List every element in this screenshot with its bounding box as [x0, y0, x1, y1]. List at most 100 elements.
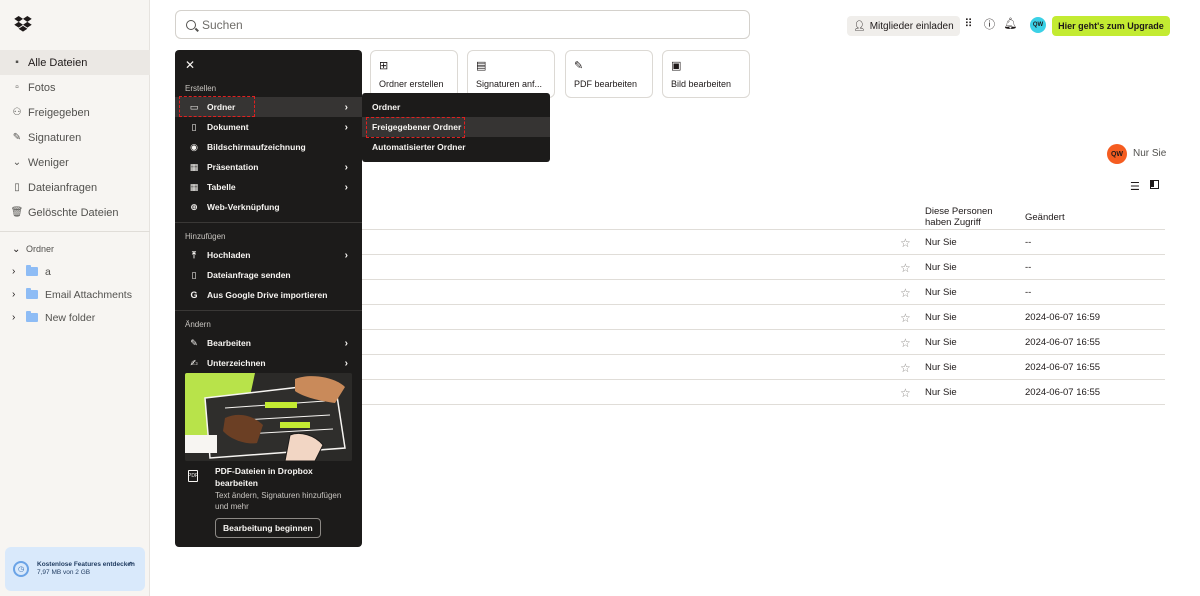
star-icon[interactable]: ☆ [900, 286, 911, 300]
edit-pdf-card[interactable]: ✎ PDF bearbeiten [565, 50, 653, 98]
start-editing-button[interactable]: Bearbeitung beginnen [215, 518, 321, 538]
table-row[interactable]: ☆ Nur Sie -- [362, 255, 1165, 280]
list-view-icon[interactable]: ☰ [1130, 180, 1140, 193]
sidebar-item-signatures[interactable]: ✎ Signaturen [0, 125, 150, 150]
sidebar-item-less[interactable]: ⌄ Weniger [0, 150, 150, 175]
star-icon[interactable]: ☆ [900, 261, 911, 275]
sidebar-item-deleted-files[interactable]: 🗑︎ Gelöschte Dateien [0, 200, 150, 225]
folders-heading[interactable]: ⌄ Ordner [0, 238, 150, 260]
chevron-right-icon[interactable]: › [12, 289, 20, 300]
divider [0, 231, 150, 232]
features-promo[interactable]: ◷ Kostenlose Features entdecken 7,97 MB … [5, 547, 145, 591]
menu-item-sign[interactable]: ✍︎ Unterzeichnen › [175, 353, 362, 373]
sidebar-item-label: Signaturen [28, 131, 82, 144]
folder-item-a[interactable]: › a [0, 260, 150, 283]
folder-item-new-folder[interactable]: › New folder [0, 306, 150, 329]
star-icon[interactable]: ☆ [900, 236, 911, 250]
star-icon[interactable]: ☆ [900, 361, 911, 375]
chevron-up-icon[interactable]: ⌃ [127, 561, 135, 572]
dropbox-logo-icon[interactable] [14, 16, 32, 32]
folder-label: New folder [45, 311, 96, 324]
sidebar-panel-icon[interactable] [1150, 180, 1159, 189]
search-placeholder: Suchen [202, 17, 243, 32]
sidebar-item-label: Freigegeben [28, 106, 90, 119]
access-cell: Nur Sie [925, 262, 957, 273]
upload-icon: ⤒ [192, 249, 196, 260]
bell-icon[interactable]: 🔔︎ [1004, 17, 1018, 30]
trash-icon: 🗑︎ [10, 207, 24, 218]
pdf-edit-illustration [185, 373, 352, 461]
storage-usage: 7,97 MB von 2 GB [37, 569, 91, 576]
help-icon[interactable]: ⓘ [983, 17, 996, 31]
avatar[interactable]: QW [1030, 17, 1046, 33]
table-row[interactable]: ☆ Nur Sie 2024-06-07 16:55 [362, 330, 1165, 355]
invite-members-button[interactable]: 👤︎ Mitglieder einladen [847, 16, 960, 36]
sidebar-nav: ▪ Alle Dateien ▫ Fotos ⚇ Freigegeben ✎ S… [0, 50, 150, 329]
file-request-icon: ▯ [191, 269, 197, 280]
changed-cell: -- [1025, 287, 1032, 298]
submenu-item-folder[interactable]: Ordner [362, 97, 550, 117]
changed-cell: 2024-06-07 16:55 [1025, 362, 1101, 373]
menu-item-file-request[interactable]: ▯ Dateianfrage senden [175, 265, 362, 285]
table-row[interactable]: ☆ Nur Sie -- [362, 280, 1165, 305]
close-icon[interactable]: ✕ [185, 58, 195, 72]
folder-item-email-attachments[interactable]: › Email Attachments [0, 283, 150, 306]
column-header-changed[interactable]: Geändert [1025, 212, 1065, 223]
google-icon: G [190, 290, 198, 300]
create-folder-card[interactable]: ⊞ Ordner erstellen [370, 50, 458, 98]
menu-item-presentation[interactable]: ▦ Präsentation › [175, 157, 362, 177]
shared-icon: ⚇ [12, 107, 22, 118]
request-signatures-card[interactable]: ▤ Signaturen anf... [467, 50, 555, 98]
sidebar-item-all-files[interactable]: ▪ Alle Dateien [0, 50, 150, 75]
sidebar-item-photos[interactable]: ▫ Fotos [0, 75, 150, 100]
submenu-item-automated-folder[interactable]: Automatisierter Ordner [362, 137, 550, 157]
sidebar-item-shared[interactable]: ⚇ Freigegeben [0, 100, 150, 125]
menu-item-edit[interactable]: ✎ Bearbeiten › [175, 333, 362, 353]
star-icon[interactable]: ☆ [900, 386, 911, 400]
promo-title: PDF-Dateien in Dropbox bearbeiten [215, 466, 313, 488]
star-icon[interactable]: ☆ [900, 311, 911, 325]
search-icon [186, 19, 196, 30]
menu-item-label: Bildschirmaufzeichnung [207, 142, 306, 152]
signature-icon: ✍︎ [190, 357, 198, 368]
menu-item-web-shortcut[interactable]: ⊕ Web-Verknüpfung [175, 197, 362, 217]
sidebar-item-label: Gelöschte Dateien [28, 206, 119, 219]
table-row[interactable]: ☆ Nur Sie 2024-06-07 16:59 [362, 305, 1165, 330]
upgrade-button[interactable]: Hier geht's zum Upgrade [1052, 16, 1170, 36]
menu-item-document[interactable]: ▯ Dokument › [175, 117, 362, 137]
sidebar-item-label: Dateianfragen [28, 181, 98, 194]
document-icon: ▯ [191, 121, 197, 132]
storage-ring-icon: ◷ [13, 561, 29, 577]
sidebar: ▪ Alle Dateien ▫ Fotos ⚇ Freigegeben ✎ S… [0, 0, 150, 596]
chevron-right-icon: › [344, 249, 348, 261]
table-row[interactable]: ☆ Nur Sie -- [362, 230, 1165, 255]
file-request-icon: ▯ [14, 182, 20, 193]
sidebar-item-file-requests[interactable]: ▯ Dateianfragen [0, 175, 150, 200]
chevron-down-icon: ⌄ [12, 243, 21, 255]
menu-item-upload[interactable]: ⤒ Hochladen › [175, 245, 362, 265]
access-cell: Nur Sie [925, 362, 957, 373]
chevron-right-icon: › [344, 101, 348, 113]
edit-image-card[interactable]: ▣ Bild bearbeiten [662, 50, 750, 98]
star-icon[interactable]: ☆ [900, 336, 911, 350]
menu-item-google-drive-import[interactable]: G Aus Google Drive importieren [175, 285, 362, 305]
changed-cell: 2024-06-07 16:55 [1025, 387, 1101, 398]
promo-text: Kostenlose Features entdecken 7,97 MB vo… [37, 561, 135, 577]
menu-item-spreadsheet[interactable]: ▦ Tabelle › [175, 177, 362, 197]
apps-grid-icon[interactable]: ⠿ [962, 17, 975, 30]
search-input[interactable]: Suchen [175, 10, 750, 39]
chevron-right-icon[interactable]: › [12, 312, 20, 323]
menu-item-label: Tabelle [207, 182, 236, 192]
menu-item-screen-recording[interactable]: ◉ Bildschirmaufzeichnung [175, 137, 362, 157]
menu-item-label: Bearbeiten [207, 338, 251, 348]
folder-label: a [45, 265, 51, 278]
access-cell: Nur Sie [925, 287, 957, 298]
owner-avatar[interactable]: QW [1107, 144, 1127, 164]
column-header-access[interactable]: Diese Personen haben Zugriff [925, 206, 1005, 228]
table-row[interactable]: ☆ Nur Sie 2024-06-07 16:55 [362, 355, 1165, 380]
chevron-right-icon: › [344, 121, 348, 133]
table-row[interactable]: ☆ Nur Sie 2024-06-07 16:55 [362, 380, 1165, 405]
menu-item-label: Aus Google Drive importieren [207, 290, 328, 300]
chevron-right-icon[interactable]: › [12, 266, 20, 277]
pen-icon: ✎ [574, 60, 584, 72]
